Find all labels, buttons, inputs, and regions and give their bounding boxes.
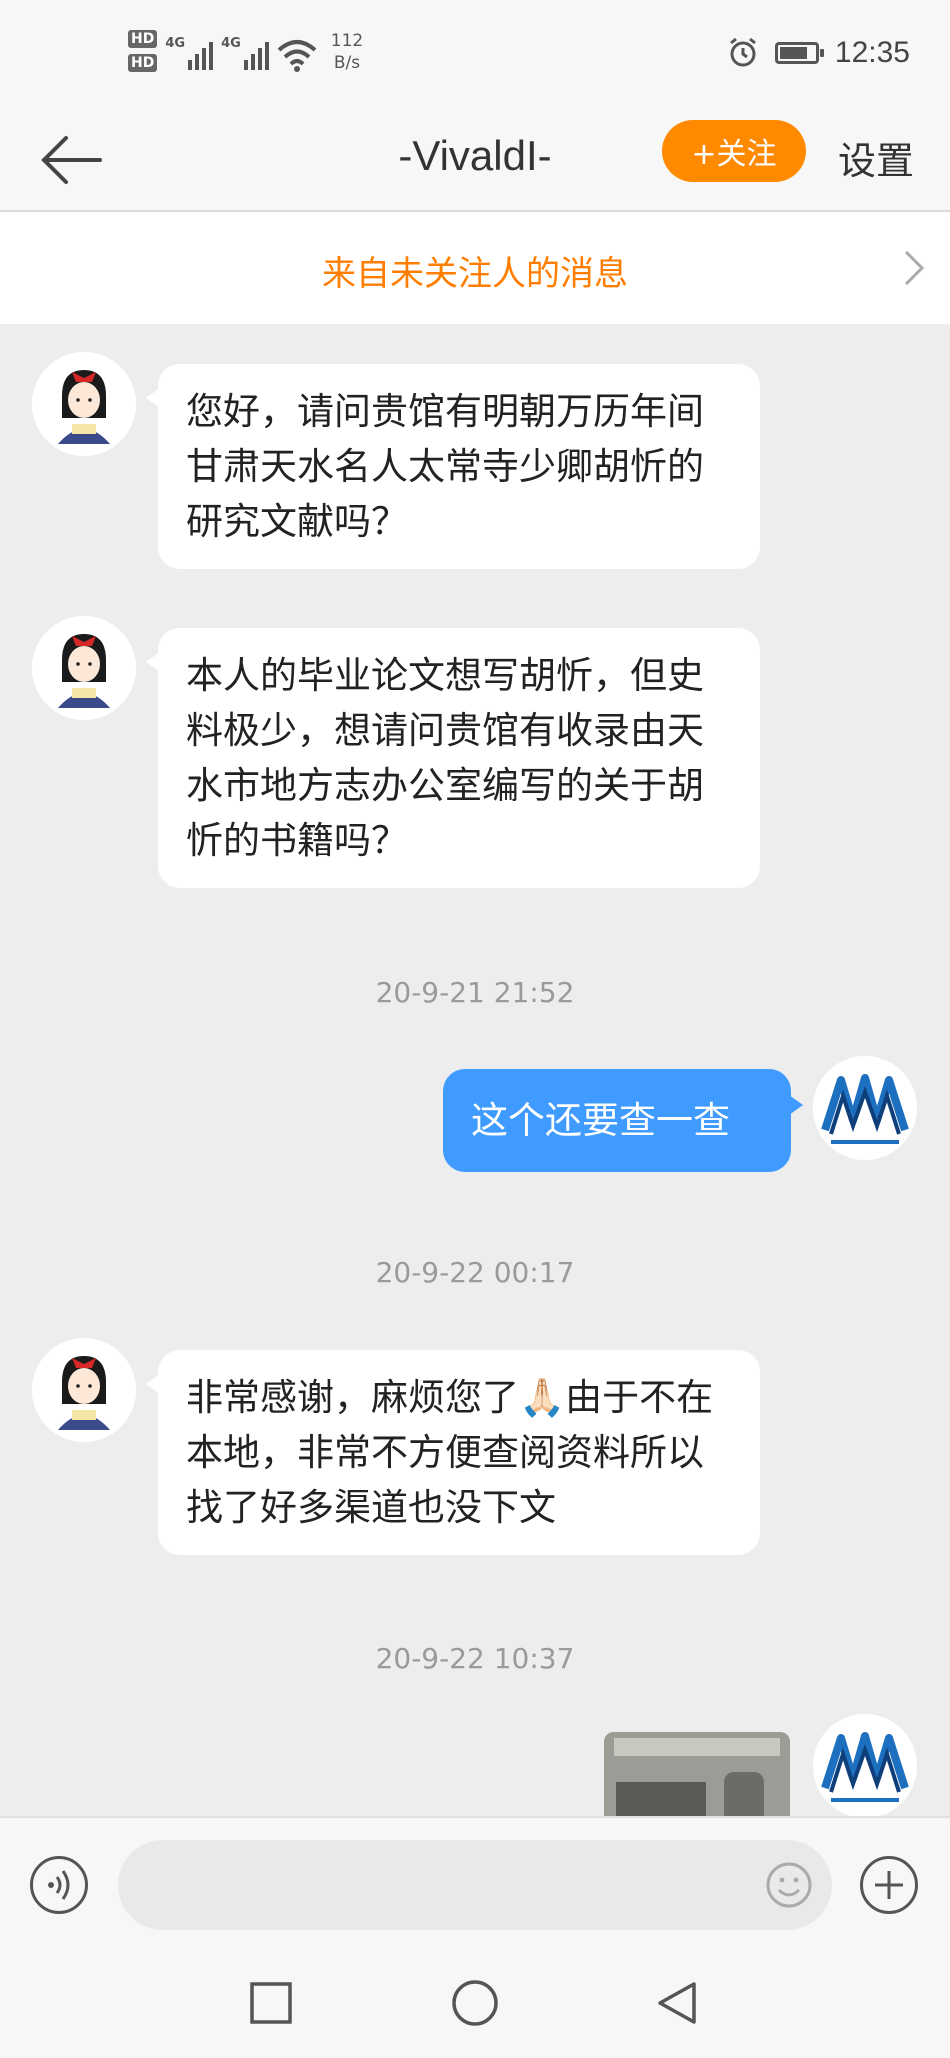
library-logo-icon: [813, 1714, 917, 1816]
home-icon[interactable]: [450, 1978, 500, 2028]
hd-indicators: HD HD: [128, 30, 158, 72]
status-left: HD HD 4G 4G 112 B/s: [128, 30, 363, 74]
clock: 12:35: [834, 36, 910, 69]
snow-white-avatar-icon: [32, 1338, 136, 1442]
system-nav-bar: [0, 1948, 950, 2058]
speed-unit: B/s: [333, 53, 361, 73]
sender-avatar[interactable]: [32, 1338, 136, 1442]
chat-area[interactable]: 您好，请问贵馆有明朝万历年间甘肃天水名人太常寺少卿胡忻的研究文献吗？ 本人的毕业…: [0, 324, 950, 1816]
chat-title: -VivaldI-: [398, 132, 552, 179]
library-logo-icon: [813, 1056, 917, 1160]
status-bar: HD HD 4G 4G 112 B/s 12:35: [0, 0, 950, 110]
settings-button[interactable]: 设置: [838, 130, 914, 185]
follow-button[interactable]: +关注: [662, 120, 806, 182]
emoji-icon[interactable]: [764, 1860, 814, 1910]
library-avatar[interactable]: [813, 1056, 917, 1160]
battery-icon: [774, 42, 824, 64]
speed-value: 112: [330, 31, 364, 51]
timestamp: 20-9-21 21:52: [375, 976, 575, 1009]
timestamp: 20-9-22 10:37: [375, 1642, 575, 1675]
plus-icon[interactable]: [860, 1856, 918, 1914]
sender-avatar[interactable]: [32, 352, 136, 456]
message-input[interactable]: [118, 1840, 832, 1930]
status-right: 12:35: [727, 36, 910, 70]
signal1-icon: 4G: [165, 30, 214, 70]
wifi-icon: [277, 40, 317, 72]
message-bubble[interactable]: 非常感谢，麻烦您了🙏🏻由于不在本地，非常不方便查阅资料所以找了好多渠道也没下文: [146, 1350, 760, 1555]
network-speed: 112 B/s: [331, 30, 363, 74]
chat-header: -VivaldI- +关注 设置: [0, 110, 950, 212]
hd2-badge: HD: [128, 54, 158, 72]
network2-label: 4G: [221, 36, 241, 51]
network1-label: 4G: [165, 36, 186, 51]
snow-white-avatar-icon: [32, 616, 136, 720]
notice-text: 来自未关注人的消息: [322, 254, 628, 294]
voice-icon[interactable]: [30, 1856, 88, 1914]
input-bar: [0, 1816, 950, 1950]
back-icon[interactable]: [652, 1978, 702, 2028]
chevron-right-icon: [904, 250, 925, 286]
hd1-badge: HD: [128, 30, 158, 48]
library-avatar[interactable]: [813, 1714, 917, 1816]
image-message[interactable]: [604, 1732, 790, 1816]
message-bubble-sent[interactable]: 这个还要查一查: [443, 1069, 803, 1172]
recent-apps-icon[interactable]: [246, 1978, 296, 2028]
message-bubble[interactable]: 您好，请问贵馆有明朝万历年间甘肃天水名人太常寺少卿胡忻的研究文献吗？: [146, 364, 760, 569]
alarm-icon: [729, 37, 756, 67]
snow-white-avatar-icon: [32, 352, 136, 456]
message-bubble[interactable]: 本人的毕业论文想写胡忻，但史料极少，想请问贵馆有收录由天水市地方志办公室编写的关…: [146, 628, 760, 888]
book-photo-thumbnail: [604, 1732, 790, 1816]
stranger-notice[interactable]: 来自未关注人的消息: [0, 212, 950, 324]
signal2-icon: 4G: [221, 30, 269, 70]
sender-avatar[interactable]: [32, 616, 136, 720]
timestamp: 20-9-22 00:17: [375, 1256, 575, 1289]
